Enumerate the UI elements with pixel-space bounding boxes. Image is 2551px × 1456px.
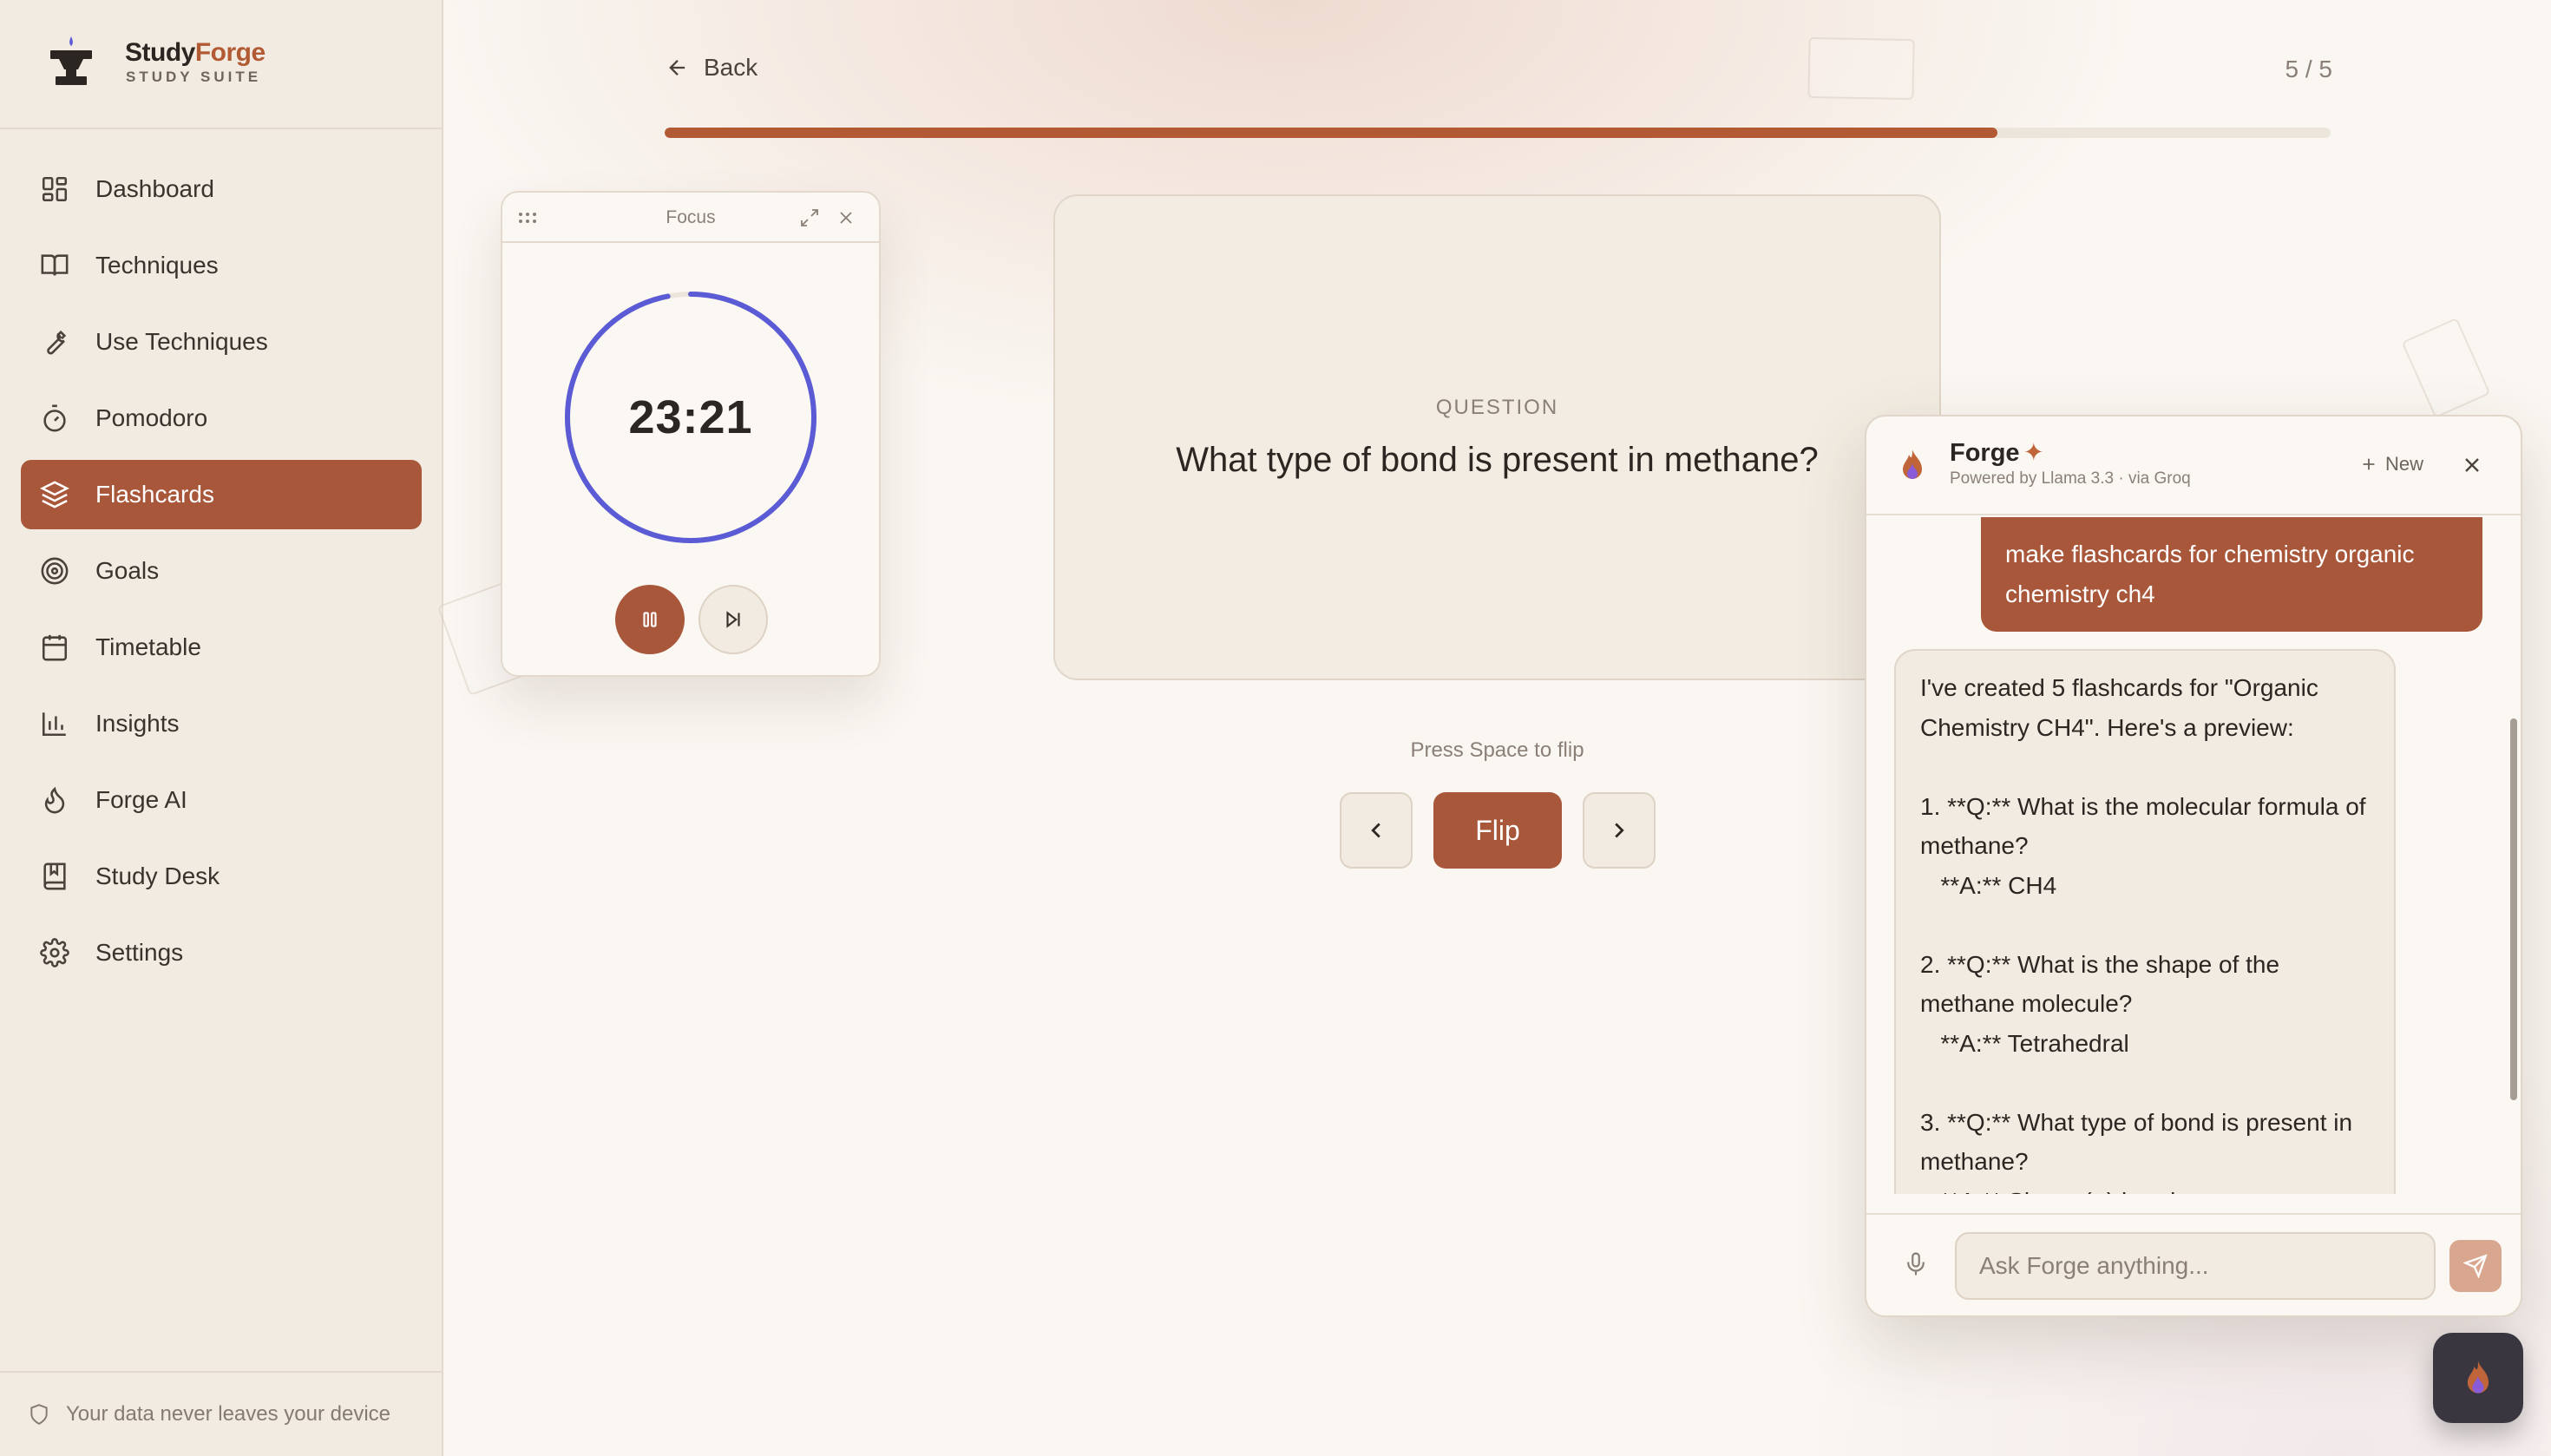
- sidebar-item-forge-ai[interactable]: Forge AI: [21, 765, 422, 835]
- chat-messages[interactable]: make flashcards for chemistry organic ch…: [1866, 517, 2521, 1194]
- chat-input[interactable]: [1955, 1232, 2436, 1300]
- forge-chat-panel: Forge ✦ Powered by Llama 3.3 · via Groq N…: [1865, 415, 2522, 1317]
- privacy-note: Your data never leaves your device: [0, 1371, 442, 1456]
- sidebar: StudyForge STUDY SUITE Dashboard Techniq…: [0, 0, 443, 1456]
- skip-button[interactable]: [698, 585, 768, 654]
- chat-scrollbar[interactable]: [2510, 718, 2517, 1100]
- card-side-label: QUESTION: [1435, 396, 1559, 419]
- sidebar-item-goals[interactable]: Goals: [21, 536, 422, 606]
- decorative-square: [1807, 36, 1915, 101]
- new-chat-button[interactable]: New: [2359, 453, 2423, 475]
- skip-forward-icon: [726, 611, 740, 628]
- chat-header: Forge ✦ Powered by Llama 3.3 · via Groq N…: [1866, 416, 2521, 515]
- dashboard-icon: [42, 176, 68, 202]
- user-message: make flashcards for chemistry organic ch…: [1981, 517, 2482, 632]
- flashcard[interactable]: QUESTION What type of bond is present in…: [1053, 194, 1941, 680]
- previous-card-button[interactable]: [1340, 792, 1413, 869]
- sparkle-icon: ✦: [2023, 439, 2044, 467]
- layers-icon: [40, 481, 69, 508]
- card-counter: 5 / 5: [2285, 56, 2332, 82]
- timer-icon: [43, 404, 66, 432]
- focus-widget-header[interactable]: Focus: [502, 193, 879, 243]
- chat-composer: [1866, 1213, 2521, 1315]
- send-icon: [2463, 1254, 2488, 1278]
- back-button[interactable]: Back: [666, 54, 757, 82]
- sidebar-item-use-techniques[interactable]: Use Techniques: [21, 307, 422, 377]
- flame-icon: [44, 786, 65, 814]
- sidebar-item-label: Insights: [95, 710, 180, 737]
- flip-button[interactable]: Flip: [1433, 792, 1562, 869]
- sidebar-nav: Dashboard Techniques Use Techniques Pomo…: [21, 154, 422, 994]
- chevron-left-icon: [1371, 823, 1380, 838]
- sidebar-item-label: Forge AI: [95, 786, 187, 813]
- sidebar-item-label: Goals: [95, 557, 160, 584]
- forge-ai-launcher-button[interactable]: [2433, 1333, 2523, 1423]
- bar-chart-icon: [42, 712, 66, 737]
- progress-bar: [665, 128, 2331, 138]
- brand-subtitle: STUDY SUITE: [126, 69, 262, 85]
- pause-icon: [643, 612, 657, 627]
- focus-timer-widget[interactable]: Focus 23:21: [501, 191, 881, 677]
- sidebar-item-label: Settings: [95, 939, 184, 966]
- card-question: What type of bond is present in methane?: [1176, 441, 1819, 479]
- brand-header: StudyForge STUDY SUITE: [0, 0, 442, 129]
- next-card-button[interactable]: [1583, 792, 1656, 869]
- arrow-left-icon: [669, 60, 685, 75]
- forge-flame-icon: [2467, 1361, 2489, 1394]
- chat-title: Forge ✦: [1950, 439, 2044, 467]
- anvil-logo-icon: [50, 36, 92, 85]
- brand-name: StudyForge: [125, 38, 266, 67]
- sidebar-item-label: Techniques: [95, 252, 219, 279]
- close-icon[interactable]: [836, 207, 856, 228]
- notebook-icon: [43, 862, 66, 890]
- sidebar-item-label: Study Desk: [95, 862, 220, 889]
- sidebar-item-label: Flashcards: [95, 481, 214, 508]
- send-button[interactable]: [2449, 1240, 2502, 1292]
- sidebar-item-insights[interactable]: Insights: [21, 689, 422, 758]
- close-icon[interactable]: [2460, 453, 2484, 477]
- expand-icon[interactable]: [799, 207, 820, 228]
- flip-hint: Press Space to flip: [1410, 738, 1584, 762]
- calendar-icon: [42, 634, 68, 661]
- shield-icon: [30, 1404, 48, 1425]
- sidebar-item-flashcards[interactable]: Flashcards: [21, 460, 422, 529]
- chevron-right-icon: [1615, 823, 1624, 838]
- focus-title: Focus: [666, 207, 716, 227]
- timer-display: 23:21: [628, 391, 753, 443]
- sidebar-item-study-desk[interactable]: Study Desk: [21, 842, 422, 911]
- sidebar-item-label: Dashboard: [95, 175, 214, 202]
- chat-subtitle: Powered by Llama 3.3 · via Groq: [1950, 469, 2191, 488]
- sidebar-item-timetable[interactable]: Timetable: [21, 613, 422, 682]
- sidebar-item-label: Timetable: [95, 633, 201, 660]
- sidebar-item-techniques[interactable]: Techniques: [21, 231, 422, 300]
- privacy-text: Your data never leaves your device: [66, 1402, 391, 1426]
- assistant-message: I've created 5 flashcards for "Organic C…: [1894, 649, 2396, 1194]
- sidebar-item-label: Pomodoro: [95, 404, 208, 431]
- sidebar-item-label: Use Techniques: [95, 328, 268, 355]
- new-chat-label: New: [2385, 453, 2424, 475]
- back-label: Back: [704, 54, 758, 81]
- sidebar-item-dashboard[interactable]: Dashboard: [21, 154, 422, 224]
- sidebar-item-settings[interactable]: Settings: [21, 918, 422, 987]
- progress-fill: [665, 128, 1997, 138]
- plus-icon: [2363, 458, 2375, 470]
- pause-button[interactable]: [615, 585, 685, 654]
- gear-icon: [40, 938, 69, 967]
- target-icon: [41, 557, 69, 585]
- sidebar-item-pomodoro[interactable]: Pomodoro: [21, 384, 422, 453]
- book-icon: [41, 254, 69, 276]
- microphone-icon[interactable]: [1903, 1249, 1929, 1279]
- forge-flame-icon: [1903, 449, 1922, 479]
- wrench-icon: [47, 330, 67, 355]
